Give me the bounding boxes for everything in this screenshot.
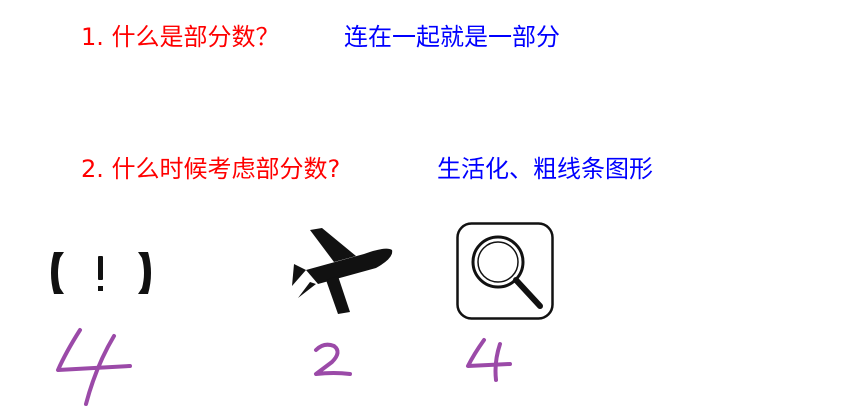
handwritten-count-2 <box>314 342 352 376</box>
airplane-icon <box>288 224 398 316</box>
exclamation-brackets-icon <box>40 248 162 298</box>
exclamation-brackets-icon-svg <box>51 252 151 294</box>
question-2: 2. 什么时候考虑部分数? <box>81 155 341 183</box>
answer-2: 生活化、粗线条图形 <box>437 155 653 183</box>
handwritten-count-1 <box>56 328 132 406</box>
handwritten-count-3 <box>466 338 512 382</box>
answer-1: 连在一起就是一部分 <box>344 23 560 51</box>
question-1: 1. 什么是部分数？ <box>81 23 280 51</box>
airplane-icon-svg <box>292 228 393 314</box>
magnifier-icon <box>456 222 554 320</box>
magnifier-icon-svg <box>456 222 554 320</box>
